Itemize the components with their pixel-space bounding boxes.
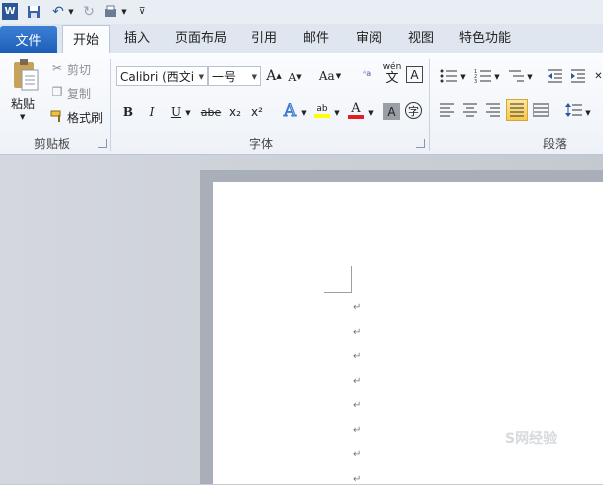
- paste-dropdown-icon[interactable]: ▼: [20, 113, 25, 121]
- paragraph-mark: ↵: [353, 351, 362, 362]
- copy-icon: ❐: [51, 85, 63, 99]
- font-color-dropdown-icon[interactable]: ▼: [367, 105, 375, 121]
- grow-font-button[interactable]: A ▲: [265, 67, 283, 85]
- redo-icon[interactable]: ↻: [82, 3, 96, 20]
- copy-button[interactable]: 复制: [67, 85, 91, 102]
- enclose-characters-button[interactable]: 字: [405, 102, 422, 119]
- paragraph-group-label: 段落: [542, 137, 567, 151]
- align-right-button[interactable]: [484, 101, 502, 119]
- align-left-button[interactable]: [438, 101, 456, 119]
- highlight-label: ab: [316, 104, 328, 114]
- tab-insert[interactable]: 插入: [114, 24, 160, 53]
- distributed-button[interactable]: [532, 101, 550, 119]
- tab-page-layout[interactable]: 页面布局: [168, 24, 234, 53]
- phonetic-guide-button[interactable]: wén 文: [381, 61, 403, 85]
- font-launcher-icon[interactable]: [416, 139, 425, 148]
- chevron-down-icon: ▼: [251, 73, 257, 81]
- paragraph-mark: ↵: [353, 302, 362, 313]
- quick-access-toolbar: W ↶ ▼ ↻ ▼ ⊽: [0, 0, 603, 25]
- chinese-layout-icon[interactable]: ✕: [594, 67, 603, 85]
- font-size-value: 一号: [212, 70, 237, 84]
- word-app-icon[interactable]: W: [2, 3, 18, 20]
- svg-text:3: 3: [474, 79, 477, 83]
- bullets-button[interactable]: [438, 67, 460, 85]
- font-group-label: 字体: [248, 137, 273, 151]
- font-size-select[interactable]: 一号 ▼: [208, 66, 261, 86]
- highlight-color-swatch: [314, 114, 330, 118]
- character-shading-button[interactable]: A: [383, 103, 400, 120]
- customize-qat-icon[interactable]: ⊽: [136, 3, 148, 20]
- line-spacing-dropdown-icon[interactable]: ▼: [584, 105, 592, 121]
- tab-home[interactable]: 开始: [62, 25, 110, 55]
- decrease-indent-button[interactable]: [545, 67, 565, 85]
- margin-crop-mark: [324, 266, 352, 293]
- paragraph-mark: ↵: [353, 375, 362, 387]
- underline-dropdown-icon[interactable]: ▼: [184, 105, 192, 121]
- eraser-icon: ᴬa: [362, 69, 372, 78]
- shrink-font-button[interactable]: A ▼: [287, 69, 303, 85]
- scissors-icon: ✂: [51, 61, 63, 75]
- undo-dropdown-icon[interactable]: ▼: [67, 3, 75, 20]
- tab-mailings[interactable]: 邮件: [295, 24, 337, 53]
- paragraph-mark: ↵: [353, 473, 362, 485]
- numbering-button[interactable]: 123: [472, 67, 494, 85]
- change-case-label: Aa: [318, 69, 335, 83]
- tab-view[interactable]: 视图: [400, 24, 442, 53]
- align-center-button[interactable]: [461, 101, 479, 119]
- paragraph-mark: ↵: [353, 326, 362, 338]
- tab-file[interactable]: 文件: [0, 26, 57, 53]
- numbering-dropdown-icon[interactable]: ▼: [493, 69, 501, 85]
- group-separator: [429, 59, 430, 151]
- clear-format-button[interactable]: ᴬa: [357, 63, 377, 85]
- grow-font-label: A: [266, 68, 277, 84]
- print-preview-icon[interactable]: [104, 3, 120, 20]
- highlight-dropdown-icon[interactable]: ▼: [333, 105, 341, 121]
- tab-special-features[interactable]: 特色功能: [452, 24, 518, 53]
- text-effects-button[interactable]: A: [280, 101, 300, 122]
- watermark: S网经验: [505, 431, 558, 447]
- ribbon-home: 粘贴 ▼ ✂ 剪切 ❐ 复制 格式刷 剪贴板 Calibri (西文i ▼ 一号…: [0, 53, 603, 155]
- font-name-value: Calibri (西文i: [120, 70, 195, 84]
- clipboard-group-label: 剪贴板: [33, 137, 70, 151]
- font-color-button[interactable]: A: [346, 101, 366, 121]
- paragraph-mark: ↵: [353, 449, 362, 460]
- print-dropdown-icon[interactable]: ▼: [120, 3, 128, 20]
- paragraph-mark: ↵: [353, 424, 362, 436]
- subscript-button[interactable]: x₂: [226, 103, 244, 121]
- increase-indent-button[interactable]: [568, 67, 588, 85]
- group-separator: [110, 59, 111, 151]
- tab-review[interactable]: 审阅: [348, 24, 390, 53]
- save-icon[interactable]: [26, 3, 42, 20]
- line-spacing-button[interactable]: [564, 101, 584, 119]
- font-color-swatch: [348, 115, 364, 119]
- change-case-button[interactable]: Aa ▼: [317, 67, 343, 85]
- font-color-label: A: [351, 101, 361, 116]
- format-painter-button[interactable]: 格式刷: [67, 109, 103, 126]
- multilevel-list-button[interactable]: [505, 67, 527, 85]
- justify-button[interactable]: [506, 99, 528, 121]
- cut-button[interactable]: 剪切: [67, 61, 91, 78]
- paragraph-mark: ↵: [353, 400, 362, 411]
- character-border-button[interactable]: A: [406, 66, 423, 83]
- bullets-dropdown-icon[interactable]: ▼: [459, 69, 467, 85]
- ribbon-tabs: 文件 开始 插入 页面布局 引用 邮件 审阅 视图 特色功能: [0, 24, 603, 55]
- shrink-font-label: A: [288, 70, 297, 84]
- chevron-down-icon: ▼: [198, 73, 204, 81]
- underline-button[interactable]: U: [168, 103, 184, 121]
- paste-icon[interactable]: [8, 57, 42, 93]
- phonetic-char-label: 文: [385, 71, 399, 86]
- tab-references[interactable]: 引用: [243, 24, 285, 53]
- clipboard-launcher-icon[interactable]: [98, 139, 107, 148]
- highlight-button[interactable]: ab: [312, 101, 332, 121]
- bold-button[interactable]: B: [120, 103, 136, 121]
- undo-icon[interactable]: ↶: [50, 3, 66, 20]
- format-painter-icon: [50, 109, 64, 123]
- strikethrough-button[interactable]: abe: [200, 103, 222, 121]
- paste-button[interactable]: 粘贴: [11, 95, 35, 112]
- font-name-select[interactable]: Calibri (西文i ▼: [116, 66, 208, 86]
- italic-button[interactable]: I: [144, 103, 160, 121]
- multilevel-dropdown-icon[interactable]: ▼: [526, 69, 534, 85]
- text-effects-dropdown-icon[interactable]: ▼: [300, 105, 308, 121]
- superscript-button[interactable]: x²: [248, 103, 266, 121]
